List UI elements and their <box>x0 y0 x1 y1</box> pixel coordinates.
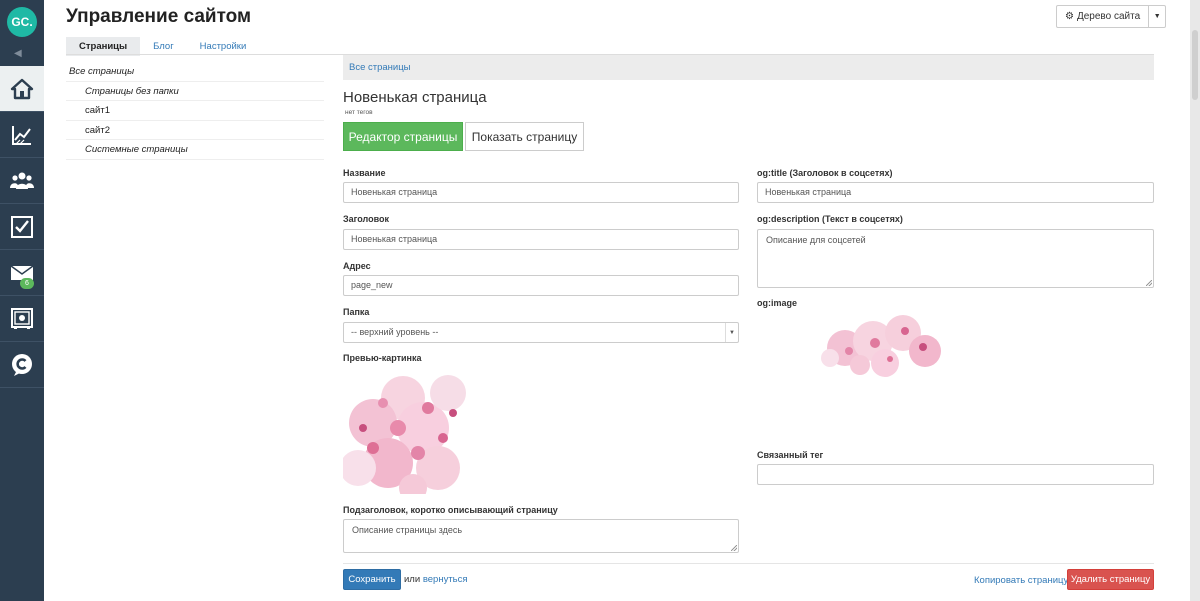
logo[interactable]: GC. <box>7 7 37 37</box>
statistics-icon[interactable] <box>0 112 44 158</box>
mail-icon[interactable]: 6 <box>0 250 44 296</box>
og-title-label: og:title (Заголовок в соцсетях) <box>757 168 893 178</box>
og-description-placeholder: Описание для соцсетей <box>766 235 866 245</box>
footer-divider <box>343 563 1154 564</box>
tree-item-site1[interactable]: сайт1 <box>66 101 324 121</box>
og-title-input[interactable]: Новенькая страница <box>757 182 1154 203</box>
tasks-checkbox-icon[interactable] <box>0 204 44 250</box>
og-image[interactable] <box>815 313 941 378</box>
show-page-button[interactable]: Показать страницу <box>465 122 584 151</box>
site-tree-label: Дерево сайта <box>1076 11 1141 22</box>
mail-badge: 6 <box>20 278 34 289</box>
breadcrumb-all-pages[interactable]: Все страницы <box>349 62 411 73</box>
or-back-text: или вернуться <box>404 574 468 585</box>
name-label: Название <box>343 168 386 178</box>
heading-input[interactable]: Новенькая страница <box>343 229 739 250</box>
home-icon[interactable] <box>0 66 44 112</box>
save-button[interactable]: Сохранить <box>343 569 401 590</box>
preview-image[interactable] <box>343 368 468 494</box>
heading-label: Заголовок <box>343 214 390 224</box>
tree-item-site2[interactable]: сайт2 <box>66 121 324 140</box>
collapse-sidebar-icon[interactable]: ◀ <box>14 48 22 59</box>
folder-select[interactable]: -- верхний уровень -- ▼ <box>343 322 739 343</box>
tree-item-no-folder[interactable]: Страницы без папки <box>66 82 324 101</box>
og-description-textarea[interactable]: Описание для соцсетей <box>757 229 1154 288</box>
chevron-down-icon[interactable]: ▼ <box>725 323 738 342</box>
tags-text: нет тегов <box>345 109 373 116</box>
address-label: Адрес <box>343 261 371 271</box>
breadcrumb: Все страницы <box>343 55 1154 80</box>
resize-grip-icon[interactable] <box>1146 280 1152 286</box>
chat-c-icon[interactable] <box>0 342 44 388</box>
preview-label: Превью-картинка <box>343 353 422 363</box>
tree-item-all-pages[interactable]: Все страницы <box>66 62 324 82</box>
folder-label: Папка <box>343 307 370 317</box>
page-editor-button[interactable]: Редактор страницы <box>343 122 463 151</box>
chevron-down-icon[interactable]: ▼ <box>1149 6 1165 27</box>
or-text: или <box>404 574 421 585</box>
linked-tag-input[interactable] <box>757 464 1154 485</box>
subtitle-label: Подзаголовок, коротко описывающий страни… <box>343 505 558 515</box>
subtitle-placeholder: Описание страницы здесь <box>352 525 463 535</box>
gear-icon: ⚙ <box>1065 11 1074 22</box>
linked-tag-label: Связанный тег <box>757 450 824 460</box>
main-sidebar: GC. ◀ 6 <box>0 0 44 601</box>
folder-select-value: -- верхний уровень -- <box>351 327 439 337</box>
resize-grip-icon[interactable] <box>731 545 737 551</box>
address-input[interactable]: page_new <box>343 275 739 296</box>
document-title: Новенькая страница <box>343 89 487 106</box>
delete-page-button[interactable]: Удалить страницу <box>1067 569 1154 590</box>
page-scrollbar[interactable] <box>1190 0 1200 601</box>
users-icon[interactable] <box>0 158 44 204</box>
og-description-label: og:description (Текст в соцсетях) <box>757 214 903 224</box>
subtitle-textarea[interactable]: Описание страницы здесь <box>343 519 739 553</box>
tree-item-system[interactable]: Системные страницы <box>66 140 324 160</box>
site-tree-main[interactable]: ⚙ Дерево сайта <box>1057 6 1150 27</box>
site-tree-button[interactable]: ⚙ Дерево сайта ▼ <box>1056 5 1167 28</box>
copy-page-link[interactable]: Копировать страницу <box>974 575 1068 586</box>
name-input[interactable]: Новенькая страница <box>343 182 739 203</box>
back-link[interactable]: вернуться <box>423 574 468 585</box>
page-tree: Все страницы Страницы без папки сайт1 са… <box>66 62 324 160</box>
og-image-label: og:image <box>757 298 798 308</box>
page-title: Управление сайтом <box>66 6 252 27</box>
safe-icon[interactable] <box>0 296 44 342</box>
